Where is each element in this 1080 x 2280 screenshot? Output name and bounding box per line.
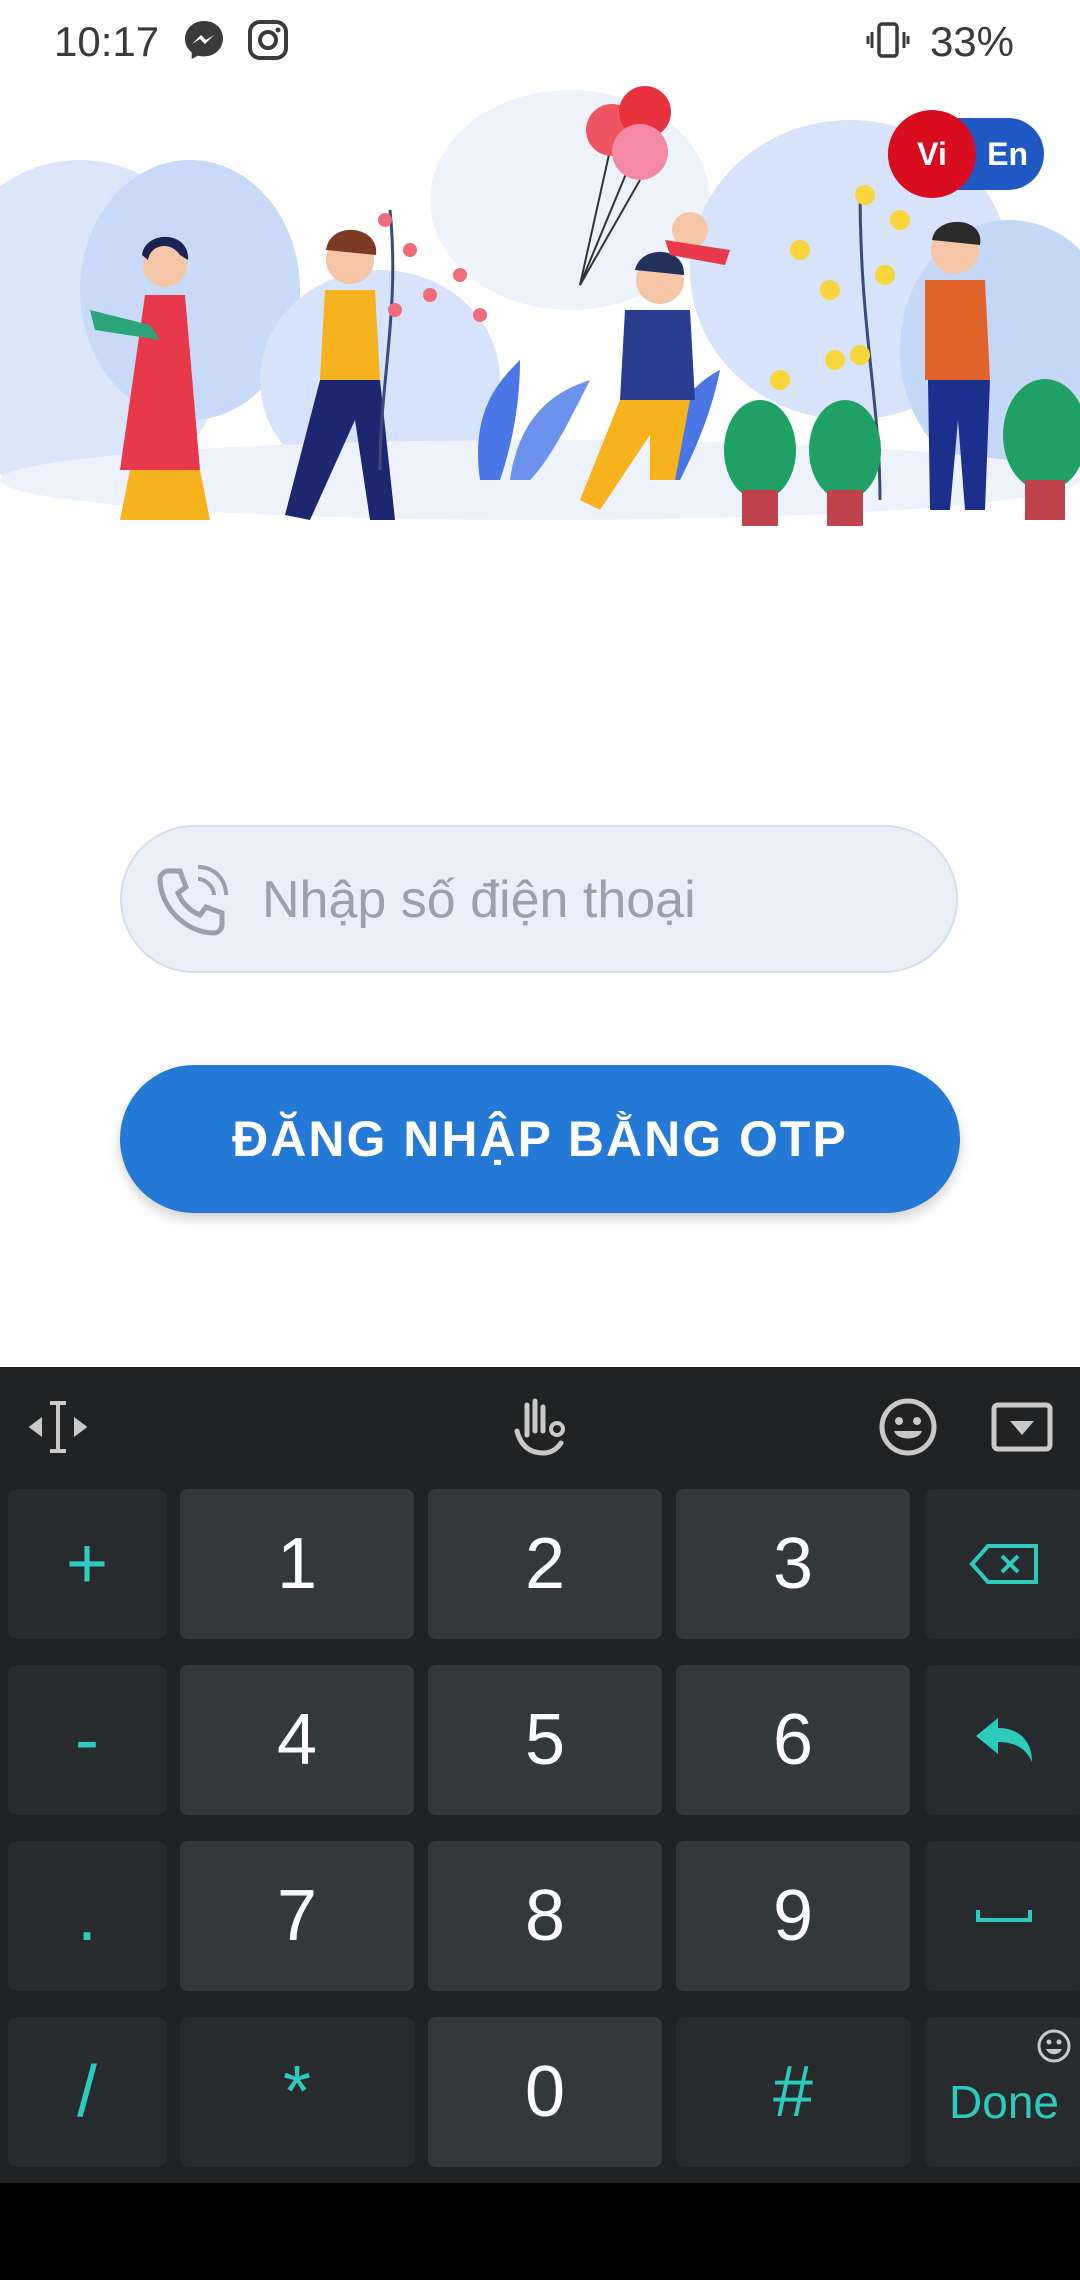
key-hash[interactable]: # [676,2017,910,2167]
key-3[interactable]: 3 [676,1489,910,1639]
key-slash[interactable]: / [8,2017,166,2167]
key-9[interactable]: 9 [676,1841,910,1991]
space-key[interactable] [925,1841,1080,1991]
emoji-icon[interactable] [874,1393,942,1461]
navigation-bar [0,2183,1080,2280]
done-label: Done [949,2076,1059,2128]
done-key[interactable]: Done [925,2017,1080,2167]
phone-field[interactable] [120,825,958,973]
vibrate-icon [866,22,910,58]
key-7[interactable]: 7 [180,1841,414,1991]
backspace-key[interactable] [925,1489,1080,1639]
return-arrow-icon [976,1718,1032,1762]
text-cursor-icon[interactable] [24,1393,92,1461]
key-8[interactable]: 8 [428,1841,662,1991]
keyboard-toolbar [0,1367,1080,1487]
smiley-icon [1037,2029,1071,2063]
language-option-en[interactable]: En [987,118,1028,190]
enter-key[interactable] [925,1665,1080,1815]
key-2[interactable]: 2 [428,1489,662,1639]
key-6[interactable]: 6 [676,1665,910,1815]
key-asterisk[interactable]: * [180,2017,414,2167]
key-plus[interactable]: + [8,1489,166,1639]
key-1[interactable]: 1 [180,1489,414,1639]
space-icon [976,1910,1032,1922]
hide-keyboard-icon[interactable] [988,1393,1056,1461]
backspace-icon [969,1544,1038,1584]
instagram-icon [248,20,288,60]
phone-number-input[interactable] [260,827,924,973]
key-minus[interactable]: - [8,1665,166,1815]
status-time: 10:17 [54,18,160,65]
gesture-icon[interactable] [505,1393,573,1461]
numeric-keyboard: + 1 2 3 - 4 5 6 . 7 8 9 / * 0 # Done [0,1367,1080,2183]
key-0[interactable]: 0 [428,2017,662,2167]
key-dot[interactable]: . [8,1841,166,1991]
language-toggle[interactable]: Vi En [888,110,1044,198]
key-5[interactable]: 5 [428,1665,662,1815]
battery-level: 33% [929,18,1014,65]
language-option-vi[interactable]: Vi [888,110,976,198]
key-4[interactable]: 4 [180,1665,414,1815]
otp-login-button[interactable]: ĐĂNG NHẬP BẰNG OTP [120,1065,960,1213]
phone-call-icon [157,865,228,936]
messenger-icon [185,21,223,59]
status-bar: 10:17 33% [0,0,1080,80]
